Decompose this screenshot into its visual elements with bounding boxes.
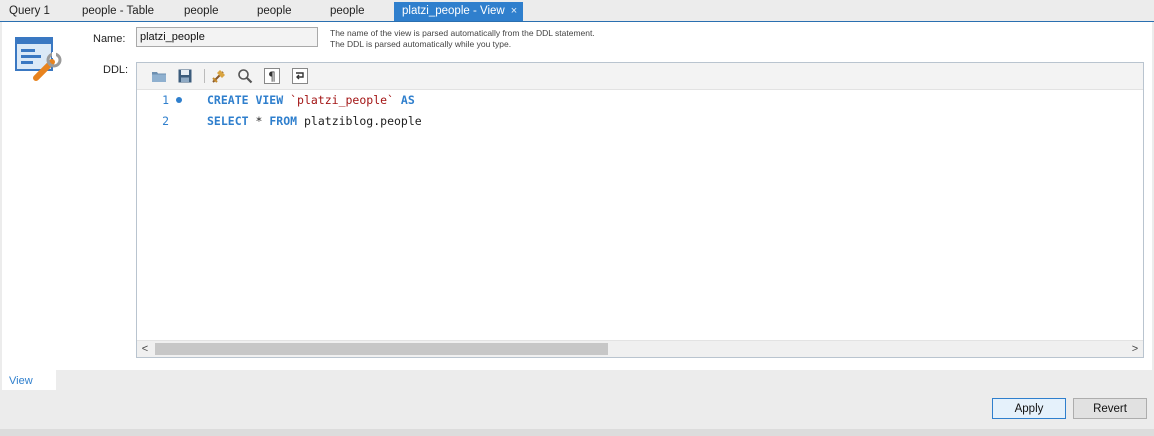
- tab-label: people - Table: [82, 5, 155, 17]
- ddl-toolbar: ¶: [137, 63, 1143, 90]
- scroll-right-icon[interactable]: >: [1127, 341, 1143, 357]
- statement-marker-icon: [176, 97, 182, 103]
- tab-label: Query 1: [9, 5, 50, 17]
- sql-keyword: AS: [400, 93, 415, 107]
- tab-label: people: [257, 5, 292, 17]
- view-editor-panel: Name: The name of the view is parsed aut…: [2, 22, 1152, 370]
- apply-button[interactable]: Apply: [992, 398, 1066, 419]
- editor-tab-bar: Query 1 people - Table people people peo…: [0, 0, 1154, 22]
- code-line: 2 SELECT * FROM platziblog.people: [137, 112, 1143, 130]
- tab-people-1[interactable]: people: [184, 2, 219, 21]
- status-bar: [0, 429, 1154, 436]
- invisible-chars-icon[interactable]: ¶: [264, 68, 280, 84]
- code-text: CREATE VIEW `platzi_people` AS: [207, 91, 415, 109]
- revert-button[interactable]: Revert: [1073, 398, 1147, 419]
- sql-text: platziblog.people: [304, 114, 422, 128]
- tab-label: platzi_people - View: [402, 5, 505, 17]
- scroll-left-icon[interactable]: <: [137, 341, 153, 357]
- tab-people-3[interactable]: people: [330, 2, 365, 21]
- sql-text: *: [255, 114, 263, 128]
- name-label: Name:: [93, 33, 126, 45]
- tab-label: people: [330, 5, 365, 17]
- line-number: 2: [162, 114, 169, 128]
- ddl-editor[interactable]: ¶ 1 CREATE VIEW `platzi_people` AS 2 SEL…: [136, 62, 1144, 358]
- toolbar-separator: [204, 69, 205, 83]
- code-text: SELECT * FROM platziblog.people: [207, 112, 422, 130]
- sql-identifier: `platzi_people`: [290, 93, 394, 107]
- code-line: 1 CREATE VIEW `platzi_people` AS: [137, 91, 1143, 109]
- scrollbar-thumb[interactable]: [155, 343, 608, 355]
- line-number: 1: [162, 93, 169, 107]
- view-icon: [15, 37, 62, 81]
- view-name-field[interactable]: [136, 27, 318, 47]
- sql-keyword: FROM: [269, 114, 298, 128]
- tab-label: people: [184, 5, 219, 17]
- tab-label: View: [9, 375, 33, 387]
- tab-platzi-people-view[interactable]: platzi_people - View ×: [394, 2, 524, 21]
- ddl-label: DDL:: [103, 64, 129, 76]
- name-hint-text: The name of the view is parsed automatic…: [330, 28, 595, 49]
- save-icon[interactable]: [177, 68, 193, 84]
- find-icon[interactable]: [237, 68, 253, 84]
- sql-keyword: SELECT: [207, 114, 249, 128]
- horizontal-scrollbar[interactable]: < >: [137, 340, 1143, 357]
- tab-people-table[interactable]: people - Table: [82, 2, 154, 21]
- close-icon[interactable]: ×: [511, 2, 517, 21]
- open-folder-icon[interactable]: [151, 68, 167, 84]
- word-wrap-icon[interactable]: [292, 68, 308, 84]
- tab-query-1[interactable]: Query 1: [9, 2, 50, 21]
- beautify-icon[interactable]: [211, 68, 227, 84]
- tab-view[interactable]: View: [2, 370, 56, 390]
- tab-people-2[interactable]: people: [257, 2, 292, 21]
- svg-text:¶: ¶: [268, 70, 276, 84]
- sql-keyword: CREATE VIEW: [207, 93, 284, 107]
